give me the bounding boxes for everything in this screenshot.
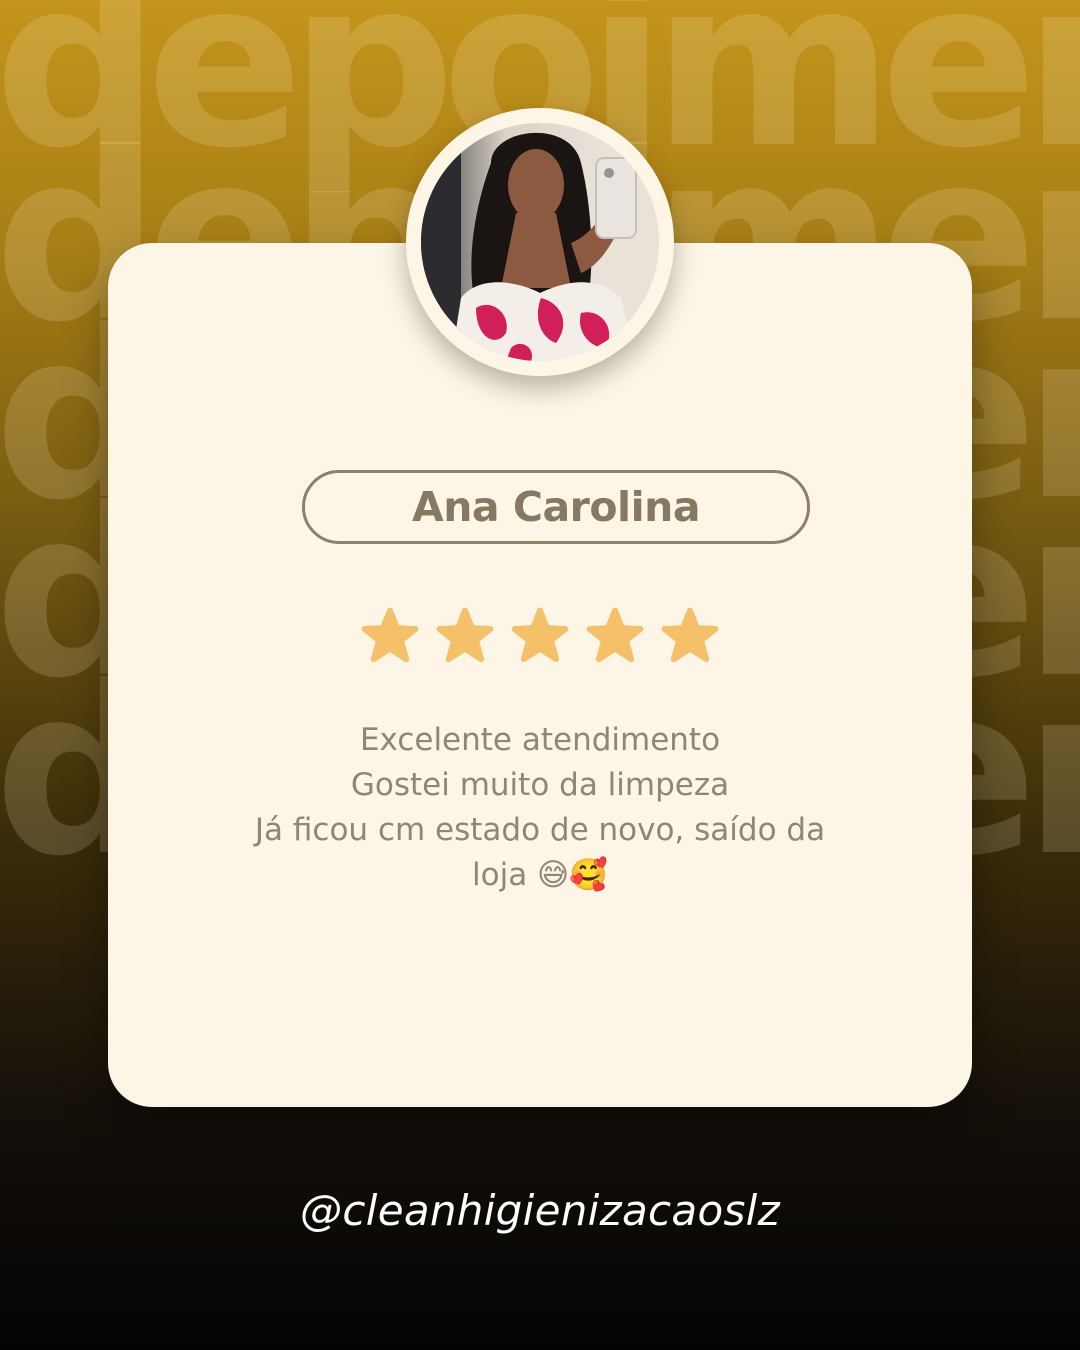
review-line: Gostei muito da limpeza <box>350 767 730 803</box>
avatar <box>421 123 659 361</box>
reviewer-name: Ana Carolina <box>412 483 700 531</box>
review-text: Excelente atendimento Gostei muito da lim… <box>200 718 880 898</box>
reviewer-photo <box>421 123 659 361</box>
review-line: loja 😅🥰 <box>472 857 608 893</box>
star-icon <box>661 607 719 663</box>
review-line: Excelente atendimento <box>359 722 721 758</box>
reviewer-name-badge: Ana Carolina <box>302 470 810 544</box>
star-icon <box>361 607 419 663</box>
star-icon <box>511 607 569 663</box>
star-rating <box>0 607 1080 671</box>
star-icon <box>436 607 494 663</box>
review-line: Já ficou cm estado de novo, saído da <box>254 812 826 848</box>
star-icon <box>586 607 644 663</box>
instagram-handle: @cleanhigienizacaoslz <box>300 1186 780 1235</box>
